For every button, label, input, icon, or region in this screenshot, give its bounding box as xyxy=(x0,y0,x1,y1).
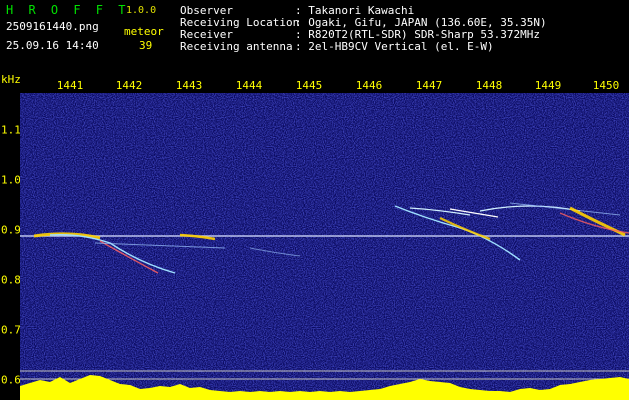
capture-datetime: 25.09.16 14:40 xyxy=(6,39,99,52)
x-tick: 1450 xyxy=(592,79,620,92)
x-tick: 1442 xyxy=(115,79,143,92)
x-tick: 1448 xyxy=(475,79,503,92)
x-tick: 1449 xyxy=(534,79,562,92)
file-name: 2509161440.png xyxy=(6,20,99,33)
meteor-label: meteor xyxy=(124,25,164,38)
y-tick: 0.9 xyxy=(1,223,21,237)
y-tick: 1.1 xyxy=(1,123,21,137)
app-brand: H R O F F T xyxy=(6,3,130,17)
antenna-value: : 2el-HB9CV Vertical (el. E-W) xyxy=(295,40,494,53)
y-tick: 1.0 xyxy=(1,173,21,187)
meteor-count: 39 xyxy=(139,39,153,52)
y-tick: 0.6 xyxy=(1,373,21,387)
x-tick: 1441 xyxy=(56,79,84,92)
x-tick: 1447 xyxy=(415,79,443,92)
y-axis-unit: kHz xyxy=(1,73,21,86)
x-tick: 1445 xyxy=(295,79,323,92)
y-tick: 0.8 xyxy=(1,273,21,287)
x-tick: 1446 xyxy=(355,79,383,92)
spectrogram-panel xyxy=(20,93,629,400)
x-tick: 1443 xyxy=(175,79,203,92)
noise-texture xyxy=(20,93,629,400)
x-tick: 1444 xyxy=(235,79,263,92)
app-version: 1.0.0 xyxy=(126,5,157,16)
y-tick: 0.7 xyxy=(1,323,21,337)
antenna-label: Receiving antenna xyxy=(180,40,293,53)
